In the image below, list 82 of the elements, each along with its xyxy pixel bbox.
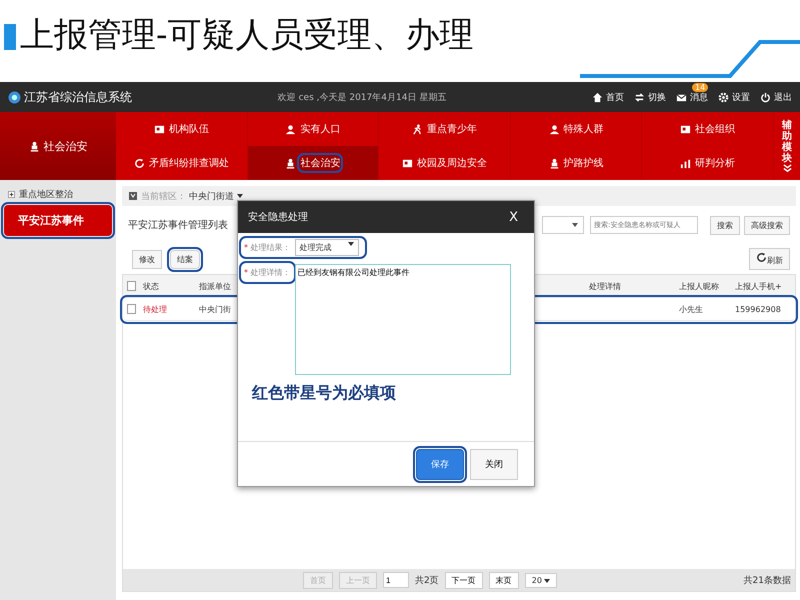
district-label: 当前辖区： <box>141 190 186 202</box>
slide-title: 上报管理-可疑人员受理、办理 <box>20 14 474 57</box>
home-icon <box>592 92 603 102</box>
nav-tab[interactable]: 社会组织 <box>695 122 736 136</box>
close-button[interactable]: X <box>503 208 524 226</box>
action-button[interactable]: 修改 <box>132 250 162 268</box>
field-label: * 处理结果： <box>243 242 292 254</box>
module-title: 社会治安 <box>44 138 88 154</box>
page-input[interactable]: 1 <box>383 572 409 588</box>
card-icon <box>154 124 165 134</box>
table-cell-text: 小先生 <box>678 304 704 314</box>
officer-icon <box>28 140 40 152</box>
plus-icon <box>8 191 15 198</box>
double-chevron-icon[interactable] <box>782 164 792 172</box>
details-textarea[interactable]: 已经到友钢有限公司处理此事件 <box>294 264 511 375</box>
nav-tab[interactable]: 研判分析 <box>695 156 736 170</box>
district-selector[interactable]: 中央门街道 <box>189 190 234 202</box>
top-link[interactable]: 退出 <box>774 90 792 104</box>
settings-icon <box>718 92 729 102</box>
close-dialog-button[interactable]: 关闭 <box>470 448 518 480</box>
refresh-icon <box>134 158 145 168</box>
person-icon <box>285 124 296 134</box>
required-note: 红色带星号为必填项 <box>252 383 397 404</box>
column-header: 处理详情 <box>588 280 622 292</box>
bar-chart-icon <box>680 158 692 168</box>
top-link[interactable]: 消息 <box>690 90 708 104</box>
envelope-icon <box>676 92 687 102</box>
caret-icon <box>237 194 243 198</box>
nav-tab[interactable]: 机构队伍 <box>168 122 209 136</box>
column-header: 状态 <box>142 280 160 292</box>
dialog-title: 安全隐患处理 <box>248 210 309 224</box>
top-link[interactable]: 首页 <box>606 90 624 104</box>
nav-tab[interactable]: 校园及周边安全 <box>416 156 487 170</box>
select-all-checkbox[interactable] <box>127 281 136 291</box>
power-icon <box>760 92 771 102</box>
search-button[interactable]: 搜索 <box>710 216 740 234</box>
app-title: 江苏省综治信息系统 <box>24 88 132 106</box>
filter-dropdown[interactable] <box>542 216 584 234</box>
page-size-select[interactable]: 20 <box>524 572 558 588</box>
officer-icon <box>285 158 296 168</box>
nav-tab[interactable]: 矛盾纠纷排查调处 <box>148 156 229 170</box>
nav-tab[interactable]: 社会治安 <box>300 156 340 170</box>
person-icon <box>548 124 560 134</box>
caret-icon <box>572 223 578 227</box>
row-checkbox[interactable] <box>127 304 136 314</box>
sidebar-item[interactable]: 重点地区整治 <box>0 184 116 205</box>
total-count: 共21条数据 <box>744 574 791 586</box>
message-count-badge: 14 <box>692 82 708 92</box>
total-pages: 共2页 <box>415 574 439 586</box>
officer-icon <box>548 158 560 168</box>
result-select[interactable]: 处理完成 <box>294 239 359 256</box>
card-icon <box>680 124 692 134</box>
refresh-button[interactable]: 刷新 <box>749 248 790 270</box>
top-link[interactable]: 设置 <box>732 90 750 104</box>
nav-tab[interactable]: 实有人口 <box>300 122 340 136</box>
refresh-icon <box>756 252 767 263</box>
caret-icon <box>544 578 550 582</box>
table-cell-text: 159962908 <box>734 304 782 314</box>
welcome-text: 欢迎 ces ,今天是 2017年4月14日 星期五 <box>276 92 448 104</box>
pager-button[interactable]: 下一页 <box>444 572 483 588</box>
map-icon <box>128 191 138 201</box>
column-header: 上报人昵称 <box>678 280 720 292</box>
advanced-search-button[interactable]: 高级搜索 <box>744 216 790 234</box>
runner-icon <box>412 124 423 134</box>
nav-tab[interactable]: 重点青少年 <box>426 122 477 136</box>
top-link[interactable]: 切换 <box>648 90 666 104</box>
swap-arrows-icon <box>634 92 645 102</box>
aux-module-label[interactable]: 辅助模块 <box>782 120 792 164</box>
field-label: * 处理详情： <box>242 264 293 281</box>
title-marker <box>4 24 16 50</box>
nav-tab[interactable]: 护路护线 <box>564 156 604 170</box>
caret-icon <box>348 242 354 246</box>
table-cell-text: 中央门街 <box>198 304 232 314</box>
nav-tab[interactable]: 特殊人群 <box>564 122 604 136</box>
globe-logo-icon <box>8 90 21 104</box>
card-icon <box>402 158 413 168</box>
list-title: 平安江苏事件管理列表 <box>128 218 228 232</box>
status-cell-text: 待处理 <box>142 304 168 314</box>
column-header: 指派单位 <box>198 280 232 292</box>
pager-button[interactable]: 末页 <box>488 572 519 588</box>
column-header: 上报人手机+ <box>734 280 783 292</box>
sidebar-item[interactable]: 平安江苏事件 <box>4 205 112 236</box>
